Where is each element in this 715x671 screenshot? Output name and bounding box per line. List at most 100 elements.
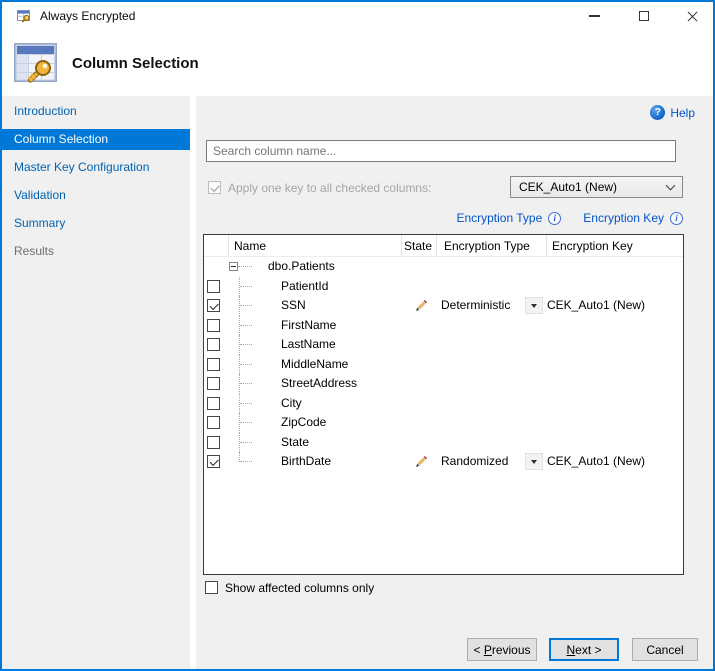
chevron-down-icon: [666, 180, 676, 190]
row-checkbox[interactable]: [207, 338, 220, 351]
title-bar: Always Encrypted: [2, 2, 713, 30]
row-checkbox[interactable]: [207, 299, 220, 312]
sidebar-item-results[interactable]: Results: [2, 241, 190, 262]
encryption-type-link[interactable]: Encryption Type: [456, 211, 542, 225]
row-checkbox[interactable]: [207, 358, 220, 371]
table-row: BirthDate Randomized CEK_Auto1 (New): [204, 452, 683, 472]
help-label: Help: [670, 106, 695, 120]
table-row: SSN Deterministic CEK_Auto1 (New): [204, 296, 683, 316]
tree-connector: [238, 266, 252, 267]
tree-connector: [240, 325, 252, 326]
row-checkbox[interactable]: [207, 416, 220, 429]
encryption-key-cell[interactable]: CEK_Auto1 (New): [547, 452, 645, 472]
wizard-body: Introduction Column Selection Master Key…: [2, 96, 713, 669]
sidebar-item-column-selection[interactable]: Column Selection: [2, 129, 190, 150]
column-separator: [228, 235, 229, 257]
encryption-type-cell[interactable]: Randomized: [441, 452, 508, 472]
column-separator: [436, 235, 437, 257]
table-row: LastName: [204, 335, 683, 355]
window-title: Always Encrypted: [40, 2, 135, 30]
column-name-label: ZipCode: [281, 413, 326, 433]
tree-connector: [240, 383, 252, 384]
previous-button[interactable]: < Previous: [467, 638, 537, 661]
key-dropdown[interactable]: CEK_Auto1 (New): [510, 176, 683, 198]
apply-key-checkbox[interactable]: [208, 181, 221, 194]
sidebar-item-master-key-configuration[interactable]: Master Key Configuration: [2, 157, 190, 178]
column-name-label: PatientId: [281, 277, 328, 297]
row-checkbox[interactable]: [207, 377, 220, 390]
tree-connector: [240, 344, 252, 345]
wizard-steps-sidebar: Introduction Column Selection Master Key…: [2, 96, 190, 669]
column-name-label: State: [281, 433, 309, 453]
search-input[interactable]: [206, 140, 676, 162]
minimize-button[interactable]: [578, 2, 610, 30]
tree-connector: [240, 286, 252, 287]
next-button[interactable]: Next >: [549, 638, 619, 661]
maximize-button[interactable]: [628, 2, 660, 30]
wizard-header: Column Selection: [2, 30, 713, 96]
table-key-icon: [16, 8, 32, 24]
header-cell-encryption-type: Encryption Type: [444, 235, 530, 257]
column-name-label: MiddleName: [281, 355, 348, 375]
column-name-label: StreetAddress: [281, 374, 357, 394]
column-separator: [401, 235, 402, 257]
apply-key-label: Apply one key to all checked columns:: [228, 180, 431, 196]
tree-connector: [240, 305, 252, 306]
encryption-key-link[interactable]: Encryption Key: [583, 211, 664, 225]
key-dropdown-value: CEK_Auto1 (New): [519, 180, 617, 194]
close-button[interactable]: [676, 2, 708, 30]
column-name-label: LastName: [281, 335, 336, 355]
tree-collapse-icon[interactable]: [229, 262, 238, 271]
minimize-icon: [589, 15, 600, 17]
header-cell-state: State: [404, 235, 432, 257]
row-checkbox[interactable]: [207, 455, 220, 468]
table-header: Name State Encryption Type Encryption Ke…: [204, 235, 683, 257]
table-row: MiddleName: [204, 355, 683, 375]
tree-connector: [240, 403, 252, 404]
encryption-key-cell[interactable]: CEK_Auto1 (New): [547, 296, 645, 316]
maximize-icon: [639, 11, 649, 21]
table-row: PatientId: [204, 277, 683, 297]
column-name-label: FirstName: [281, 316, 336, 336]
triangle-down-icon: [531, 304, 537, 308]
tree-connector: [240, 442, 252, 443]
cancel-button[interactable]: Cancel: [632, 638, 698, 661]
tree-connector: [240, 364, 252, 365]
table-rows: dbo.Patients PatientId SSN: [204, 257, 683, 472]
encryption-type-dropdown-button[interactable]: [525, 297, 543, 314]
column-header-links: Encryption Type i Encryption Key i: [456, 211, 683, 225]
help-link[interactable]: ? Help: [650, 105, 695, 120]
encryption-type-cell[interactable]: Deterministic: [441, 296, 510, 316]
column-separator: [546, 235, 547, 257]
help-icon: ?: [650, 105, 665, 120]
column-rows: PatientId SSN Deterministic CEK_Auto1 (N…: [204, 277, 683, 472]
pencil-icon: [415, 299, 428, 317]
table-key-icon-large: [12, 39, 60, 87]
table-row: ZipCode: [204, 413, 683, 433]
sidebar-item-validation[interactable]: Validation: [2, 185, 190, 206]
table-row: FirstName: [204, 316, 683, 336]
header-cell-encryption-key: Encryption Key: [552, 235, 633, 257]
row-checkbox[interactable]: [207, 397, 220, 410]
sidebar-item-introduction[interactable]: Introduction: [2, 101, 190, 122]
always-encrypted-wizard-window: Always Encrypted Column Selection: [0, 0, 715, 671]
table-row: StreetAddress: [204, 374, 683, 394]
main-panel: ? Help Apply one key to all checked colu…: [196, 96, 713, 669]
encryption-type-info-icon[interactable]: i: [548, 212, 561, 225]
encryption-type-dropdown-button[interactable]: [525, 453, 543, 470]
header-cell-name: Name: [234, 235, 266, 257]
column-name-label: SSN: [281, 296, 306, 316]
row-checkbox[interactable]: [207, 280, 220, 293]
sidebar-item-summary[interactable]: Summary: [2, 213, 190, 234]
show-affected-label: Show affected columns only: [225, 580, 374, 596]
column-name-label: BirthDate: [281, 452, 331, 472]
row-checkbox[interactable]: [207, 319, 220, 332]
column-name-label: City: [281, 394, 302, 414]
close-icon: [686, 10, 699, 23]
encryption-key-info-icon[interactable]: i: [670, 212, 683, 225]
triangle-down-icon: [531, 460, 537, 464]
group-label: dbo.Patients: [268, 257, 335, 277]
show-affected-checkbox[interactable]: [205, 581, 218, 594]
pencil-icon: [415, 455, 428, 473]
row-checkbox[interactable]: [207, 436, 220, 449]
